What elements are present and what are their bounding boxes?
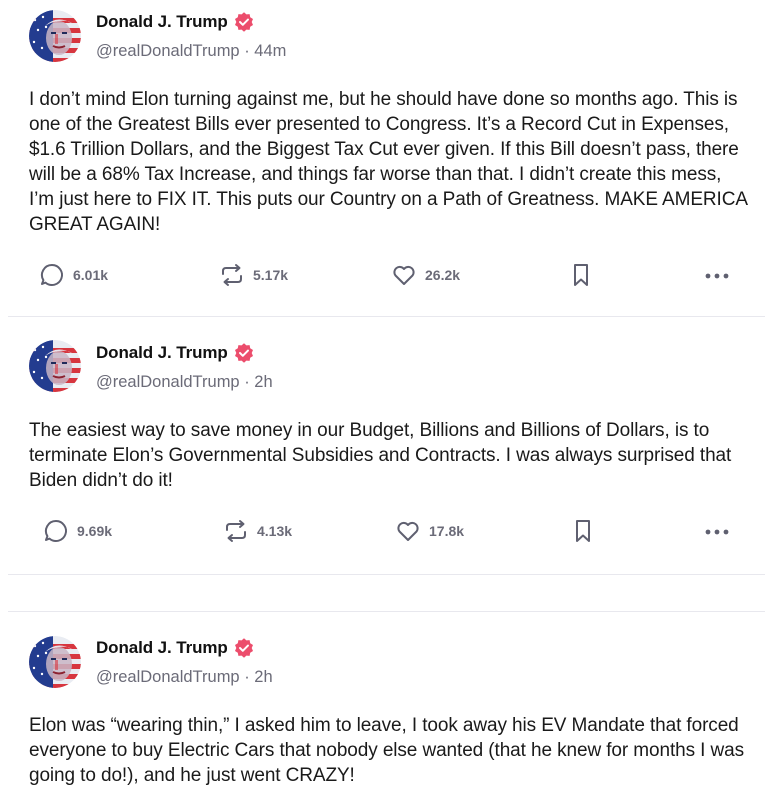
author-handle[interactable]: @realDonaldTrump [96, 668, 240, 686]
like-count: 17.8k [429, 523, 465, 539]
handle-row: @realDonaldTrump · 44m [96, 42, 286, 61]
reply-count: 9.69k [77, 523, 113, 539]
more-dots-icon [705, 273, 729, 279]
verified-badge-icon [234, 12, 253, 32]
separator: · [239, 668, 255, 686]
author-row: Donald J. Trump [96, 638, 254, 658]
retruth-arrows-icon [222, 264, 242, 286]
bookmark-icon [576, 520, 590, 542]
like-button[interactable]: 26.2k [391, 262, 460, 288]
verified-badge-icon [234, 638, 253, 658]
bookmark-button[interactable] [571, 518, 595, 544]
author-handle[interactable]: @realDonaldTrump [96, 373, 240, 391]
action-bar: 9.69k 4.13k 17.8k [29, 518, 729, 546]
bookmark-icon [574, 264, 588, 286]
reply-button[interactable]: 6.01k [39, 262, 108, 288]
heart-icon [393, 265, 415, 285]
more-dots-icon [705, 529, 729, 535]
author-handle[interactable]: @realDonaldTrump [96, 42, 240, 60]
post-text: Elon was “wearing thin,” I asked him to … [29, 715, 745, 786]
post: Donald J. Trump @realDonaldTrump · 2h El… [8, 611, 765, 805]
heart-icon [397, 521, 419, 541]
action-bar: 6.01k 5.17k 26.2k [29, 262, 729, 290]
author-name[interactable]: Donald J. Trump [96, 343, 228, 363]
more-button[interactable] [703, 262, 731, 290]
avatar[interactable] [29, 340, 81, 392]
author-name[interactable]: Donald J. Trump [96, 12, 228, 32]
post-text: I don’t mind Elon turning against me, bu… [29, 89, 747, 235]
avatar[interactable] [29, 10, 81, 62]
post-time[interactable]: 2h [254, 668, 272, 686]
separator: · [239, 373, 255, 391]
handle-row: @realDonaldTrump · 2h [96, 373, 273, 392]
avatar[interactable] [29, 636, 81, 688]
reply-button[interactable]: 9.69k [43, 518, 112, 544]
handle-row: @realDonaldTrump · 2h [96, 668, 273, 687]
post: Donald J. Trump @realDonaldTrump · 44m I… [8, 0, 765, 317]
author-name[interactable]: Donald J. Trump [96, 638, 228, 658]
reply-count: 6.01k [73, 267, 109, 283]
like-count: 26.2k [425, 267, 461, 283]
retruth-button[interactable]: 5.17k [219, 262, 288, 288]
post-time[interactable]: 44m [254, 42, 286, 60]
post-time[interactable]: 2h [254, 373, 272, 391]
more-button[interactable] [703, 518, 731, 546]
reply-bubble-icon [40, 263, 63, 286]
retruth-arrows-icon [226, 520, 246, 542]
retruth-count: 4.13k [257, 523, 293, 539]
reply-bubble-icon [44, 519, 67, 542]
separator: · [239, 42, 255, 60]
retruth-button[interactable]: 4.13k [223, 518, 292, 544]
verified-badge-icon [234, 343, 253, 363]
post-text: The easiest way to save money in our Bud… [29, 420, 732, 491]
retruth-count: 5.17k [253, 267, 289, 283]
author-row: Donald J. Trump [96, 12, 254, 32]
post: Donald J. Trump @realDonaldTrump · 2h Th… [8, 317, 765, 575]
bookmark-button[interactable] [569, 262, 593, 288]
like-button[interactable]: 17.8k [395, 518, 464, 544]
author-row: Donald J. Trump [96, 343, 254, 363]
